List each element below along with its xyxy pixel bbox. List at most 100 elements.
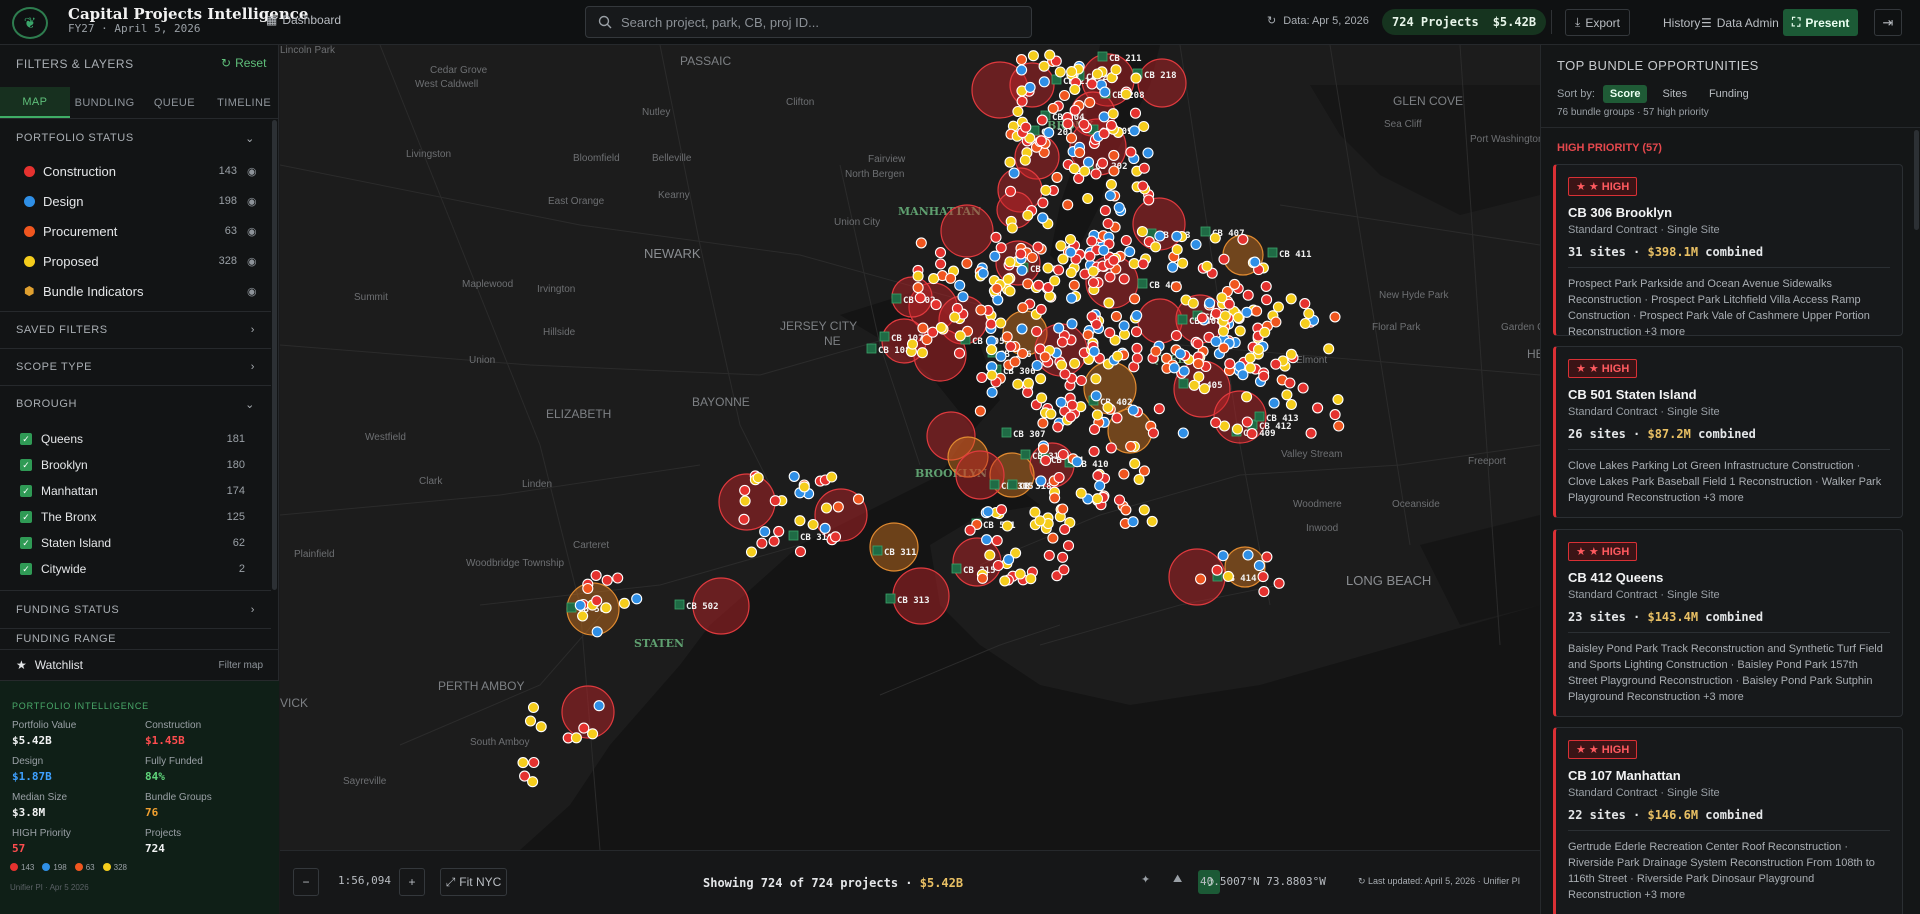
project-dot[interactable]	[1035, 373, 1047, 385]
project-dot[interactable]	[917, 322, 929, 334]
project-dot[interactable]	[768, 535, 780, 547]
project-dot[interactable]	[1108, 149, 1120, 161]
project-dot[interactable]	[1049, 492, 1061, 504]
project-dot[interactable]	[1008, 167, 1020, 179]
project-dot[interactable]	[1074, 146, 1086, 159]
map-layers-icon[interactable]: ⛰	[1173, 873, 1182, 886]
project-dot[interactable]	[1058, 564, 1070, 576]
panel-scrollbar[interactable]	[272, 120, 277, 590]
project-dot[interactable]	[954, 330, 966, 342]
project-dot[interactable]	[1211, 564, 1223, 576]
project-dot[interactable]	[1258, 586, 1270, 598]
portfolio-status-header[interactable]: PORTFOLIO STATUS ⌄	[0, 123, 271, 153]
project-dot[interactable]	[1332, 393, 1344, 406]
project-dot[interactable]	[1129, 107, 1142, 119]
project-dot[interactable]	[1057, 551, 1069, 563]
project-dot[interactable]	[739, 484, 751, 496]
bundle-marker[interactable]	[674, 599, 685, 610]
project-dot[interactable]	[1108, 165, 1120, 177]
project-dot[interactable]	[591, 595, 603, 607]
eye-icon[interactable]: ◉	[247, 225, 271, 238]
borough-citywide[interactable]: ✓ Citywide 2	[0, 557, 271, 581]
project-dot[interactable]	[1244, 362, 1256, 374]
project-dot[interactable]	[1087, 265, 1099, 277]
project-dot[interactable]	[535, 721, 547, 733]
dashboard-link[interactable]: ▦ Dashboard	[266, 13, 341, 27]
project-dot[interactable]	[1017, 302, 1029, 314]
project-dot[interactable]	[1329, 409, 1341, 421]
project-dot[interactable]	[1062, 118, 1074, 130]
filter-map-link[interactable]: Filter map	[219, 660, 263, 671]
project-dot[interactable]	[1015, 54, 1028, 66]
tab-queue[interactable]: QUEUE	[140, 87, 210, 118]
project-dot[interactable]	[1259, 326, 1271, 338]
project-dot[interactable]	[1031, 325, 1043, 337]
project-dot[interactable]	[1153, 403, 1165, 415]
project-dot[interactable]	[1075, 374, 1087, 387]
project-dot[interactable]	[1062, 540, 1075, 552]
project-dot[interactable]	[1118, 273, 1130, 285]
project-dot[interactable]	[570, 732, 582, 744]
project-dot[interactable]	[1053, 471, 1065, 484]
project-dot[interactable]	[912, 282, 924, 294]
project-dot[interactable]	[1303, 307, 1315, 320]
project-dot[interactable]	[527, 776, 539, 788]
project-dot[interactable]	[1260, 280, 1272, 292]
bundle-marker[interactable]	[1267, 247, 1278, 258]
project-dot[interactable]	[1234, 325, 1246, 337]
borough-header[interactable]: BOROUGH ⌄	[0, 389, 271, 419]
project-dot[interactable]	[1105, 442, 1117, 454]
bundle-card[interactable]: ★ ★ HIGH CB 306 Brooklyn Standard Contrac…	[1553, 164, 1903, 338]
project-dot[interactable]	[990, 231, 1002, 243]
project-dot[interactable]	[1130, 72, 1142, 84]
project-dot[interactable]	[826, 471, 838, 483]
project-dot[interactable]	[945, 272, 957, 284]
project-dot[interactable]	[1036, 392, 1048, 404]
project-dot[interactable]	[1044, 49, 1056, 61]
project-dot[interactable]	[1261, 551, 1273, 563]
project-dot[interactable]	[992, 559, 1004, 572]
project-dot[interactable]	[1224, 358, 1236, 370]
project-dot[interactable]	[1064, 233, 1077, 246]
bundle-circle[interactable]	[1132, 197, 1186, 251]
status-procurement[interactable]: Procurement 63 ◉	[0, 218, 271, 244]
bundle-marker[interactable]	[879, 331, 890, 342]
project-dot[interactable]	[1170, 281, 1182, 293]
bundle-marker[interactable]	[885, 593, 896, 604]
project-dot[interactable]	[1096, 157, 1109, 169]
project-dot[interactable]	[976, 371, 988, 384]
project-dot[interactable]	[1037, 212, 1049, 224]
project-dot[interactable]	[1055, 396, 1067, 408]
project-dot[interactable]	[1223, 298, 1235, 310]
project-dot[interactable]	[1137, 180, 1149, 192]
project-dot[interactable]	[1285, 398, 1297, 411]
map-canvas[interactable]: Lincoln Park Cedar Grove PASSAIC West Caldw…	[280, 45, 1540, 850]
project-dot[interactable]	[1285, 348, 1297, 360]
project-dot[interactable]	[1150, 345, 1162, 357]
project-dot[interactable]	[1056, 359, 1068, 371]
project-dot[interactable]	[1064, 411, 1077, 423]
project-dot[interactable]	[1142, 147, 1154, 159]
project-dot[interactable]	[1065, 267, 1077, 279]
project-dot[interactable]	[1012, 105, 1024, 118]
project-dot[interactable]	[1098, 111, 1110, 123]
funding-range-header[interactable]: FUNDING RANGE	[0, 633, 271, 643]
project-dot[interactable]	[1138, 504, 1150, 516]
project-dot[interactable]	[1051, 171, 1063, 183]
project-dot[interactable]	[1170, 330, 1182, 342]
status-proposed[interactable]: Proposed 328 ◉	[0, 248, 271, 274]
project-dot[interactable]	[914, 292, 926, 304]
eye-icon[interactable]: ◉	[247, 255, 271, 268]
watchlist-bar[interactable]: ★ Watchlist Filter map	[0, 649, 279, 681]
project-dot[interactable]	[1102, 217, 1114, 230]
project-dot[interactable]	[985, 318, 997, 330]
project-dot[interactable]	[528, 756, 540, 769]
project-dot[interactable]	[1066, 318, 1078, 330]
project-dot[interactable]	[986, 369, 998, 381]
project-dot[interactable]	[1171, 230, 1183, 242]
project-dot[interactable]	[574, 599, 586, 611]
project-dot[interactable]	[1004, 256, 1016, 268]
project-dot[interactable]	[1241, 306, 1253, 318]
project-dot[interactable]	[1167, 261, 1179, 273]
funding-status-header[interactable]: FUNDING STATUS ›	[0, 595, 271, 625]
